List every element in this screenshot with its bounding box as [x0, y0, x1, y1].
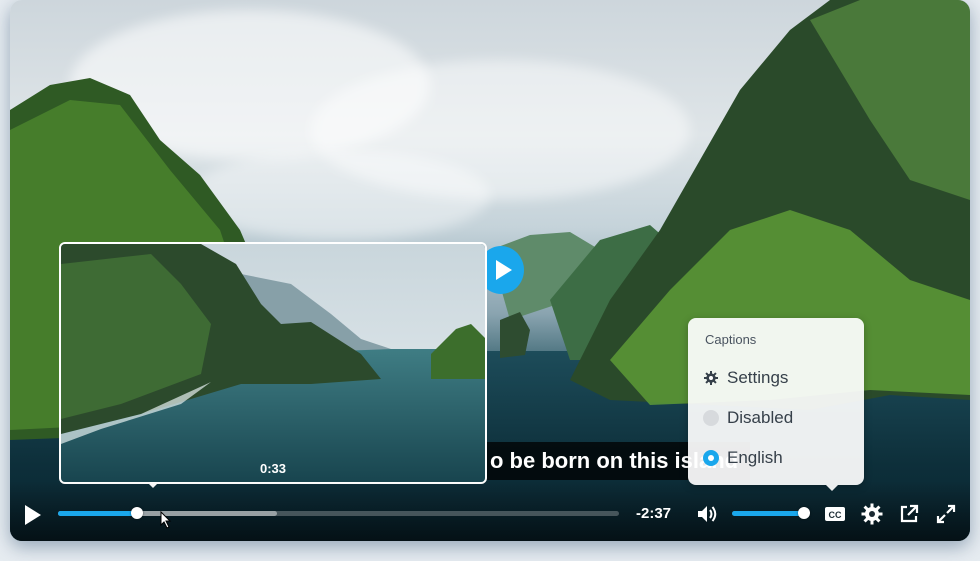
played-range [58, 511, 137, 516]
captions-menu: Captions Settings Disabled English [688, 318, 864, 491]
preview-timestamp: 0:33 [259, 461, 287, 476]
volume-slider-handle[interactable] [798, 507, 810, 519]
captions-menu-item-label: Disabled [727, 408, 794, 427]
captions-menu-item-label: English [727, 448, 783, 467]
captions-menu-item-label: Settings [727, 368, 789, 387]
play-icon[interactable] [25, 505, 41, 525]
video-player[interactable]: o be born on this island 0:33 -2:37 CC C… [10, 0, 970, 541]
gear-icon [704, 371, 718, 385]
cc-icon[interactable]: CC [823, 502, 847, 526]
captions-menu-item-settings[interactable]: Settings [700, 363, 852, 393]
progress-scrubber-handle[interactable] [130, 507, 143, 519]
volume-slider[interactable] [732, 511, 804, 516]
volume-icon[interactable] [695, 502, 719, 526]
volume-level [732, 511, 804, 516]
radio-on-icon [703, 450, 719, 466]
svg-text:CC: CC [829, 510, 842, 520]
captions-menu-title: Captions [705, 332, 757, 347]
radio-off-icon [703, 410, 719, 426]
captions-menu-item-disabled[interactable]: Disabled [700, 403, 852, 433]
fullscreen-icon[interactable] [934, 502, 958, 526]
scrub-preview-thumbnail: 0:33 [59, 242, 487, 484]
mouse-cursor-icon [160, 511, 172, 529]
preview-image [61, 244, 485, 482]
captions-menu-item-english[interactable]: English [700, 443, 852, 473]
external-link-icon[interactable] [897, 502, 921, 526]
time-remaining: -2:37 [636, 505, 672, 522]
gear-icon[interactable] [860, 502, 884, 526]
